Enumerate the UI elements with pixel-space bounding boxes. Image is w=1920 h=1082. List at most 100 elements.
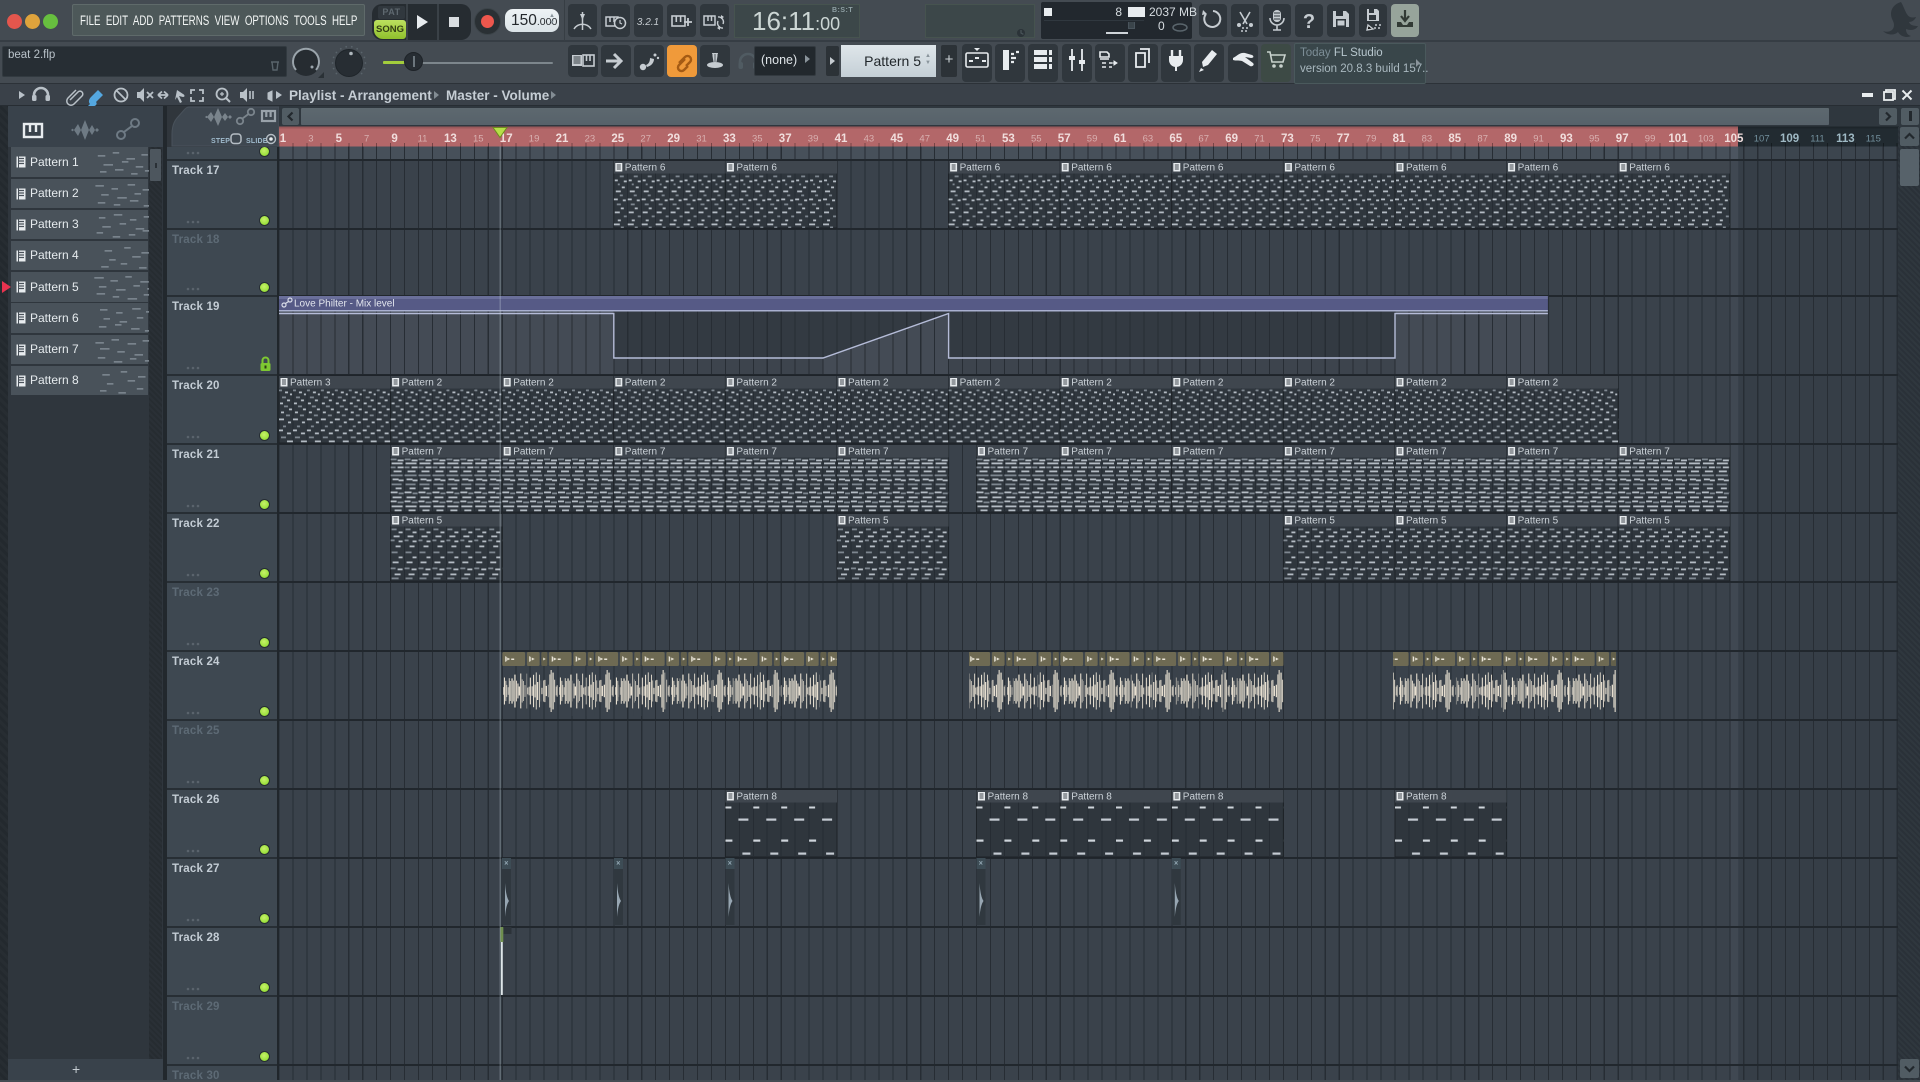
svg-text:71: 71	[1254, 134, 1265, 145]
svg-text:Pattern 8: Pattern 8	[1183, 792, 1224, 803]
svg-text:Pattern 6: Pattern 6	[1294, 163, 1335, 174]
svg-text:23: 23	[585, 134, 596, 145]
svg-text:59: 59	[1087, 134, 1098, 145]
svg-text:Pattern 7: Pattern 7	[513, 447, 554, 458]
svg-text:27: 27	[640, 134, 651, 145]
svg-text:Pattern 2: Pattern 2	[1406, 378, 1447, 389]
svg-text:Pattern 6: Pattern 6	[1071, 163, 1112, 174]
svg-text:Pattern 8: Pattern 8	[1406, 792, 1447, 803]
svg-text:Pattern 7: Pattern 7	[988, 447, 1029, 458]
svg-text:69: 69	[1225, 133, 1238, 145]
svg-text:89: 89	[1504, 133, 1517, 145]
svg-text:Pattern 6: Pattern 6	[736, 163, 777, 174]
svg-text:SLIDE: SLIDE	[246, 138, 268, 145]
svg-text:51: 51	[975, 134, 986, 145]
svg-text:75: 75	[1310, 134, 1321, 145]
svg-text:Pattern 7: Pattern 7	[1294, 447, 1335, 458]
svg-text:111: 111	[1810, 134, 1824, 145]
svg-text:67: 67	[1198, 134, 1209, 145]
svg-text:Pattern 7: Pattern 7	[1518, 447, 1559, 458]
svg-text:107: 107	[1754, 134, 1770, 145]
svg-text:87: 87	[1477, 134, 1488, 145]
svg-text:Pattern 2: Pattern 2	[513, 378, 554, 389]
svg-text:Pattern 7: Pattern 7	[1629, 447, 1670, 458]
svg-text:47: 47	[919, 134, 930, 145]
svg-text:55: 55	[1031, 134, 1042, 145]
svg-text:Pattern 6: Pattern 6	[960, 163, 1001, 174]
svg-text:Pattern 8: Pattern 8	[988, 792, 1029, 803]
svg-text:93: 93	[1560, 133, 1573, 145]
svg-text:21: 21	[556, 133, 569, 145]
svg-text:Pattern 7: Pattern 7	[1183, 447, 1224, 458]
svg-text:103: 103	[1698, 134, 1714, 145]
svg-text:99: 99	[1645, 134, 1656, 145]
svg-text:29: 29	[667, 133, 680, 145]
svg-text:41: 41	[835, 133, 848, 145]
svg-text:77: 77	[1337, 133, 1350, 145]
svg-text:57: 57	[1058, 133, 1071, 145]
svg-text:31: 31	[696, 134, 707, 145]
svg-text:Love Philter - Mix level: Love Philter - Mix level	[294, 299, 395, 310]
svg-text:STEP: STEP	[211, 138, 230, 145]
svg-text:Pattern 2: Pattern 2	[848, 378, 889, 389]
svg-text:Pattern 2: Pattern 2	[1518, 378, 1559, 389]
svg-text:19: 19	[529, 134, 540, 145]
svg-text:Pattern 5: Pattern 5	[1629, 516, 1670, 527]
svg-text:Pattern 6: Pattern 6	[1518, 163, 1559, 174]
svg-text:9: 9	[391, 133, 397, 145]
svg-text:79: 79	[1366, 134, 1377, 145]
svg-text:Pattern 7: Pattern 7	[736, 447, 777, 458]
svg-text:Pattern 8: Pattern 8	[736, 792, 777, 803]
svg-text:13: 13	[444, 133, 457, 145]
svg-text:Pattern 6: Pattern 6	[1406, 163, 1447, 174]
svg-text:63: 63	[1143, 134, 1154, 145]
svg-text:Pattern 7: Pattern 7	[625, 447, 666, 458]
svg-text:3.2.1: 3.2.1	[637, 17, 659, 28]
svg-text:81: 81	[1393, 133, 1406, 145]
svg-text:?: ?	[1303, 11, 1315, 33]
svg-text:91: 91	[1533, 134, 1544, 145]
svg-text:109: 109	[1780, 133, 1799, 145]
svg-text:43: 43	[864, 134, 875, 145]
svg-text:25: 25	[611, 133, 624, 145]
svg-text:95: 95	[1589, 134, 1600, 145]
svg-text:3: 3	[308, 134, 313, 145]
svg-text:5: 5	[336, 133, 343, 145]
svg-text:73: 73	[1281, 133, 1294, 145]
svg-text:Pattern 2: Pattern 2	[960, 378, 1001, 389]
svg-text:105: 105	[1724, 133, 1744, 145]
svg-text:65: 65	[1169, 133, 1182, 145]
svg-text:61: 61	[1114, 133, 1127, 145]
svg-text:7: 7	[364, 134, 369, 145]
svg-text:Pattern 7: Pattern 7	[848, 447, 889, 458]
svg-text:Pattern 5: Pattern 5	[848, 516, 889, 527]
svg-text:Pattern 2: Pattern 2	[625, 378, 666, 389]
svg-text:37: 37	[779, 133, 792, 145]
svg-text:Pattern 5: Pattern 5	[402, 516, 443, 527]
svg-text:Pattern 7: Pattern 7	[1071, 447, 1112, 458]
svg-text:Pattern 5: Pattern 5	[1406, 516, 1447, 527]
svg-text:Pattern 6: Pattern 6	[625, 163, 666, 174]
svg-text:35: 35	[752, 134, 763, 145]
svg-text:Pattern 5: Pattern 5	[1518, 516, 1559, 527]
svg-text:Pattern 6: Pattern 6	[1629, 163, 1670, 174]
svg-text:Pattern 2: Pattern 2	[736, 378, 777, 389]
svg-text:11: 11	[418, 134, 428, 145]
svg-text:45: 45	[890, 133, 903, 145]
svg-text:115: 115	[1866, 134, 1881, 145]
svg-text:49: 49	[946, 133, 959, 145]
svg-text:Pattern 8: Pattern 8	[1071, 792, 1112, 803]
svg-text:113: 113	[1836, 133, 1855, 145]
svg-text:Pattern 2: Pattern 2	[1294, 378, 1335, 389]
svg-text:Pattern 7: Pattern 7	[1406, 447, 1447, 458]
svg-text:15: 15	[473, 134, 484, 145]
svg-text:Pattern 5: Pattern 5	[1294, 516, 1335, 527]
svg-text:101: 101	[1668, 133, 1688, 145]
svg-text:Pattern 3: Pattern 3	[290, 378, 331, 389]
svg-text:53: 53	[1002, 133, 1015, 145]
svg-text:39: 39	[808, 134, 819, 145]
svg-text:97: 97	[1616, 133, 1629, 145]
svg-text:Pattern 2: Pattern 2	[1183, 378, 1224, 389]
svg-text:1: 1	[280, 133, 287, 145]
svg-text:83: 83	[1422, 134, 1433, 145]
